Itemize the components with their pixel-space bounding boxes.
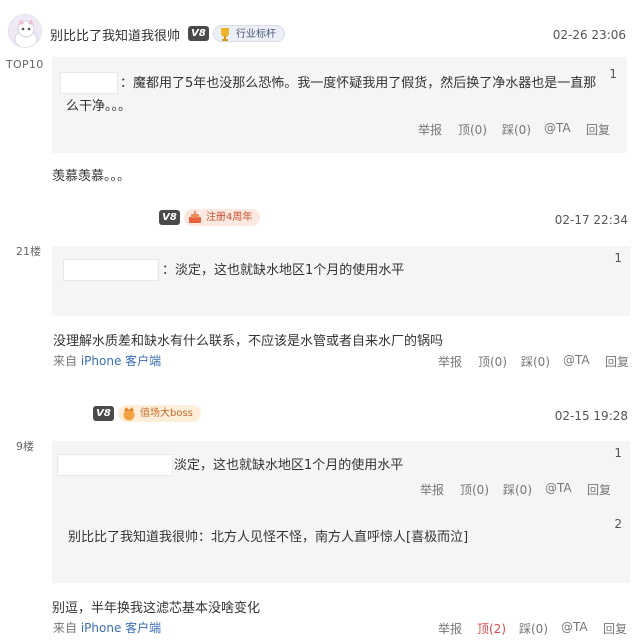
cake-icon <box>189 211 201 223</box>
nested-quote-author[interactable]: 别比比了我知道我很帅 <box>68 530 198 545</box>
quote-box: 淡定，这也就缺水地区1个月的使用水平 1 举报 顶(0) 踩(0) @TA 回复… <box>52 441 630 583</box>
quote-text-line1: 魔都用了5年也没那么恐怖。我一度怀疑我用了假货，然后换了净水器也是一直那 <box>133 76 597 91</box>
source-prefix: 来自 <box>53 621 78 635</box>
post-time: 02-15 19:28 <box>554 409 628 423</box>
quote-text-line2: 么干净。。。 <box>66 99 132 114</box>
reply-text: 别逗，半年换我这滤芯基本没啥变化 <box>52 601 261 616</box>
level-badge: V8 <box>159 210 180 225</box>
reply-button[interactable]: 回复 <box>603 620 627 637</box>
nested-quote-text: ：北方人见怪不怪，南方人直呼惊人[喜极而泣] <box>198 530 469 545</box>
downvote-button[interactable]: 踩(0) <box>502 121 531 138</box>
quote-number: 1 <box>614 251 622 265</box>
source-link[interactable]: iPhone 客户端 <box>81 621 161 635</box>
nested-quote: 别比比了我知道我很帅：北方人见怪不怪，南方人直呼惊人[喜极而泣] <box>68 527 468 549</box>
report-button[interactable]: 举报 <box>438 353 462 370</box>
quote-box: ：魔都用了5年也没那么恐怖。我一度怀疑我用了假货，然后换了净水器也是一直那 么干… <box>52 57 627 153</box>
redacted-username <box>57 454 173 476</box>
avatar[interactable] <box>8 14 42 48</box>
post-time: 02-26 23:06 <box>552 28 626 42</box>
mention-button[interactable]: @TA <box>561 620 588 634</box>
source-label: 来自 iPhone 客户端 <box>53 352 161 369</box>
level-badge: V8 <box>93 406 114 421</box>
redacted-username <box>60 72 118 94</box>
upvote-button[interactable]: 顶(0) <box>458 121 487 138</box>
boss-badge: 值场大boss <box>118 405 201 422</box>
level-badge: V8 <box>188 26 209 41</box>
reply-button[interactable]: 回复 <box>587 481 611 498</box>
reply-button[interactable]: 回复 <box>605 353 629 370</box>
downvote-button[interactable]: 踩(0) <box>521 353 550 370</box>
redacted-username <box>63 259 159 281</box>
badge-label: 注册4周年 <box>206 212 253 223</box>
reply-text: 没理解水质差和缺水有什么联系，不应该是水管或者自来水厂的锅吗 <box>53 334 444 349</box>
source-prefix: 来自 <box>53 354 78 368</box>
reply-button[interactable]: 回复 <box>586 121 610 138</box>
reply-text: 羡慕羡慕。。。 <box>52 169 131 184</box>
upvote-button[interactable]: 顶(2) <box>477 620 506 637</box>
nested-quote-number: 2 <box>614 517 622 531</box>
upvote-button[interactable]: 顶(0) <box>478 353 507 370</box>
report-button[interactable]: 举报 <box>438 620 462 637</box>
quote-box: ：淡定，这也就缺水地区1个月的使用水平 1 <box>52 246 630 316</box>
quote-number: 1 <box>609 67 617 81</box>
source-label: 来自 iPhone 客户端 <box>53 619 161 636</box>
quote-number: 1 <box>614 446 622 460</box>
industry-badge: 行业标杆 <box>213 25 285 42</box>
downvote-button[interactable]: 踩(0) <box>519 620 548 637</box>
quote-separator: ： <box>120 76 134 91</box>
mention-button[interactable]: @TA <box>545 481 572 495</box>
post-time: 02-17 22:34 <box>554 213 628 227</box>
report-button[interactable]: 举报 <box>420 481 444 498</box>
rank-label: TOP10 <box>6 58 44 71</box>
badge-label: 行业标杆 <box>236 29 276 40</box>
avatar-icon <box>9 15 41 47</box>
quote-text: 淡定，这也就缺水地区1个月的使用水平 <box>174 458 404 473</box>
floor-number: 21楼 <box>16 245 41 258</box>
anniversary-badge: 注册4周年 <box>184 209 261 226</box>
floor-number: 9楼 <box>16 440 34 453</box>
source-link[interactable]: iPhone 客户端 <box>81 354 161 368</box>
upvote-button[interactable]: 顶(0) <box>460 481 489 498</box>
username[interactable]: 别比比了我知道我很帅 <box>50 25 180 44</box>
report-button[interactable]: 举报 <box>418 121 442 138</box>
boss-icon <box>123 407 135 421</box>
quote-separator: ： <box>162 263 176 278</box>
trophy-icon <box>221 28 229 41</box>
mention-button[interactable]: @TA <box>563 353 590 367</box>
quote-text: 淡定，这也就缺水地区1个月的使用水平 <box>175 263 405 278</box>
mention-button[interactable]: @TA <box>544 121 571 135</box>
badge-label: 值场大boss <box>140 408 193 419</box>
downvote-button[interactable]: 踩(0) <box>503 481 532 498</box>
